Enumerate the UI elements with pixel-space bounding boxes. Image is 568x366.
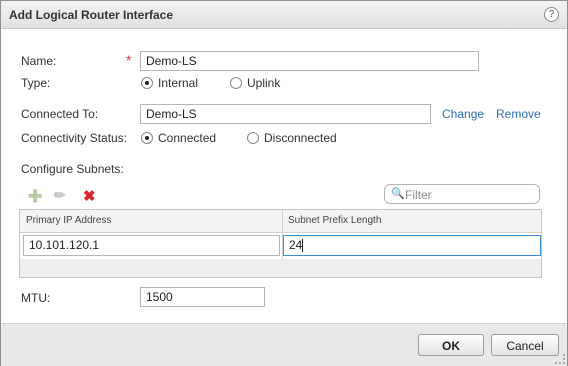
subnet-prefix-value: 24 [289, 238, 303, 252]
text-cursor [302, 239, 304, 253]
connectivity-connected-radio[interactable] [141, 132, 153, 144]
cancel-button[interactable]: Cancel [491, 334, 559, 356]
connectivity-disconnected-label[interactable]: Disconnected [264, 131, 337, 145]
plus-icon[interactable]: ✚ [28, 187, 42, 207]
dialog-footer: OK Cancel [1, 323, 567, 366]
column-header-subnet-prefix[interactable]: Subnet Prefix Length [288, 215, 381, 226]
primary-ip-input[interactable]: 10.101.120.1 [23, 235, 280, 256]
dialog-title: Add Logical Router Interface [9, 8, 174, 22]
subnets-table: Primary IP Address Subnet Prefix Length … [19, 209, 542, 278]
filter-placeholder: Filter [405, 188, 432, 202]
table-header: Primary IP Address Subnet Prefix Length [20, 210, 541, 233]
type-internal-label[interactable]: Internal [158, 76, 198, 90]
connected-to-field: Demo-LS [140, 104, 431, 124]
connectivity-status-label: Connectivity Status: [21, 131, 128, 145]
pencil-icon[interactable]: ✏ [54, 187, 66, 204]
resize-grip-icon[interactable] [555, 354, 565, 364]
name-input[interactable]: Demo-LS [140, 51, 479, 71]
type-label: Type: [21, 76, 51, 90]
configure-subnets-label: Configure Subnets: [21, 162, 124, 176]
change-link[interactable]: Change [442, 107, 484, 121]
ok-button[interactable]: OK [418, 334, 484, 356]
delete-x-icon[interactable]: ✖ [83, 187, 96, 205]
required-indicator: * [126, 52, 132, 68]
remove-link[interactable]: Remove [496, 107, 541, 121]
dialog-titlebar[interactable]: Add Logical Router Interface ? [1, 1, 567, 29]
subnet-prefix-input[interactable]: 24 [283, 235, 541, 256]
mtu-label: MTU: [21, 291, 51, 305]
filter-input[interactable]: 🔍 Filter [384, 184, 540, 204]
table-empty-area [20, 259, 541, 277]
mtu-input[interactable]: 1500 [140, 287, 265, 307]
column-header-primary-ip[interactable]: Primary IP Address [26, 215, 111, 226]
type-uplink-radio[interactable] [230, 77, 242, 89]
connectivity-disconnected-radio[interactable] [247, 132, 259, 144]
type-internal-radio[interactable] [141, 77, 153, 89]
type-uplink-label[interactable]: Uplink [247, 76, 280, 90]
add-logical-router-interface-dialog: Add Logical Router Interface ? Name: * D… [0, 0, 568, 366]
help-icon[interactable]: ? [544, 7, 559, 22]
search-icon: 🔍 [391, 188, 405, 200]
name-label: Name: [21, 54, 57, 68]
connectivity-connected-label[interactable]: Connected [158, 131, 216, 145]
connected-to-label: Connected To: [21, 107, 99, 121]
